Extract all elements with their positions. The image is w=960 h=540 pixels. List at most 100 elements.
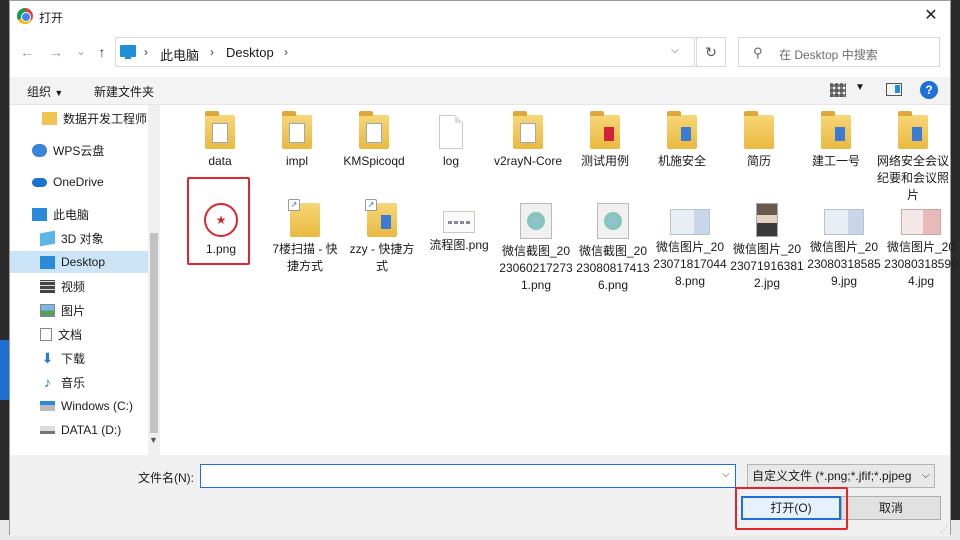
new-folder-button[interactable]: 新建文件夹 [94, 83, 154, 100]
drive-icon [40, 401, 55, 411]
sidebar-item-pictures[interactable]: 图片 [10, 299, 148, 321]
back-arrow-icon[interactable]: ← [18, 43, 36, 61]
file-item[interactable]: v2rayN-Core [491, 105, 565, 170]
navigation-pane: 数据开发工程师 WPS云盘 OneDrive 此电脑 3D 对象 Desktop… [10, 105, 160, 455]
search-placeholder: 在 Desktop 中搜索 [779, 48, 878, 62]
file-item[interactable]: data [183, 105, 257, 170]
file-item[interactable]: log [414, 105, 488, 170]
file-item[interactable]: 简历 [722, 105, 796, 170]
file-name: log [442, 154, 459, 168]
file-item[interactable]: 微信图片_20230718170448.png [653, 193, 727, 290]
file-item[interactable]: 流程图.png [422, 193, 496, 254]
file-item[interactable]: 微信图片_20230803185904.jpg [884, 193, 958, 290]
file-name: 机施安全 [657, 154, 706, 168]
chevron-right-icon[interactable]: › [284, 45, 288, 59]
help-icon[interactable]: ? [920, 81, 938, 99]
sidebar-item-label: 文档 [58, 327, 83, 342]
sidebar-item-downloads[interactable]: ⬇ 下载 [10, 347, 148, 369]
file-item[interactable]: 网络安全会议纪要和会议照片 [876, 105, 950, 204]
file-name: KMSpicoqd [343, 154, 405, 168]
folder-icon [898, 111, 928, 149]
folder-icon [744, 111, 774, 149]
drive-icon [40, 426, 55, 434]
chevron-down-icon[interactable]: ⌵ [722, 469, 730, 480]
sidebar-item-wps-cloud[interactable]: WPS云盘 [10, 139, 148, 161]
cloud-icon [32, 143, 47, 157]
file-name: 7楼扫描 - 快捷方式 [272, 242, 338, 273]
file-name: 微信图片_20230718170448.png [653, 240, 727, 288]
document-icon [40, 327, 52, 341]
forward-arrow-icon[interactable]: → [47, 43, 65, 61]
file-name: impl [285, 154, 308, 168]
file-icon [439, 115, 463, 149]
shortcut-folder-icon [365, 199, 397, 237]
search-input[interactable]: ⚲ 在 Desktop 中搜索 [738, 37, 940, 67]
sidebar-item-music[interactable]: ♪ 音乐 [10, 371, 148, 393]
file-item[interactable]: 微信截图_20230602172731.png [499, 193, 573, 294]
sidebar-item-data-engineer[interactable]: 数据开发工程师 [10, 107, 148, 129]
preview-pane-icon[interactable] [886, 83, 902, 96]
sidebar-item-this-pc[interactable]: 此电脑 [10, 203, 148, 225]
image-thumbnail-icon [597, 203, 629, 239]
folder-icon [513, 111, 543, 149]
file-item[interactable]: zzy - 快捷方式 [345, 193, 419, 275]
chevron-down-icon[interactable]: ⌵ [922, 470, 930, 481]
command-toolbar: 组织 ▼ 新建文件夹 ▼ ? [10, 77, 950, 105]
dialog-footer: 文件名(N): ⌵ 自定义文件 (*.png;*.jfif;*.pjpeg ⌵ … [10, 455, 950, 536]
chevron-down-icon[interactable]: ▼ [149, 435, 158, 445]
chevron-down-icon: ▼ [54, 88, 64, 98]
sidebar-item-label: OneDrive [53, 175, 104, 189]
file-item[interactable]: 微信截图_20230808174136.png [576, 193, 650, 294]
organize-menu[interactable]: 组织 ▼ [27, 83, 63, 100]
sidebar-item-3d-objects[interactable]: 3D 对象 [10, 227, 148, 249]
sidebar-item-videos[interactable]: 视频 [10, 275, 148, 297]
file-item[interactable]: impl [260, 105, 334, 170]
file-item[interactable]: 建工一号 [799, 105, 873, 170]
sidebar-item-label: WPS云盘 [53, 143, 105, 158]
file-name: 微信截图_20230808174136.png [576, 244, 650, 292]
sidebar-item-onedrive[interactable]: OneDrive [10, 171, 148, 193]
sidebar-item-drive-d[interactable]: DATA1 (D:) [10, 419, 148, 441]
scrollbar-thumb[interactable] [150, 233, 158, 433]
chevron-down-icon[interactable]: ⌵ [671, 45, 679, 56]
filetype-select[interactable]: 自定义文件 (*.png;*.jfif;*.pjpeg [747, 464, 935, 488]
file-item[interactable]: 微信图片_20230719163812.jpg [730, 193, 804, 292]
refresh-button[interactable]: ↻ [696, 37, 726, 67]
breadcrumb-this-pc[interactable]: 此电脑 [160, 45, 199, 64]
chrome-icon [17, 8, 33, 24]
music-icon: ♪ [44, 373, 51, 390]
desktop-icon [40, 255, 55, 269]
cancel-button[interactable]: 取消 [841, 496, 941, 520]
close-icon[interactable]: ✕ [920, 5, 942, 27]
file-name: 微信图片_20230803185859.jpg [807, 240, 881, 288]
file-item[interactable]: KMSpicoqd [337, 105, 411, 170]
file-item[interactable]: 微信图片_20230803185859.jpg [807, 193, 881, 290]
file-item[interactable]: 测试用例 [568, 105, 642, 170]
cube-icon [40, 230, 55, 246]
filename-input[interactable] [200, 464, 736, 488]
sidebar-scrollbar[interactable]: ▼ [148, 105, 160, 455]
up-arrow-icon[interactable]: ↑ [93, 43, 111, 61]
folder-icon [821, 111, 851, 149]
file-name: 微信截图_20230602172731.png [499, 244, 573, 292]
sidebar-item-desktop[interactable]: Desktop [10, 251, 148, 273]
resize-grip-icon[interactable]: ⋰ [940, 525, 948, 534]
file-item[interactable]: 机施安全 [645, 105, 719, 170]
address-bar[interactable]: › 此电脑 › Desktop › ⌵ [115, 37, 695, 67]
recent-locations-icon[interactable]: ⌄ [72, 43, 90, 61]
view-options-icon[interactable] [830, 83, 846, 97]
chevron-down-icon[interactable]: ▼ [855, 82, 865, 93]
chevron-right-icon[interactable]: › [144, 45, 148, 59]
sidebar-item-drive-c[interactable]: Windows (C:) [10, 395, 148, 417]
filename-label: 文件名(N): [138, 471, 194, 485]
breadcrumb-desktop[interactable]: Desktop [226, 45, 274, 60]
picture-icon [40, 303, 55, 317]
folder-icon [590, 111, 620, 149]
chevron-right-icon[interactable]: › [210, 45, 214, 59]
file-item[interactable]: 7楼扫描 - 快捷方式 [268, 193, 342, 275]
image-thumbnail-icon [520, 203, 552, 239]
sidebar-item-documents[interactable]: 文档 [10, 323, 148, 345]
sidebar-item-label: 数据开发工程师 [63, 111, 148, 126]
file-name: data [208, 154, 232, 168]
sidebar-item-label: Windows (C:) [61, 399, 134, 413]
